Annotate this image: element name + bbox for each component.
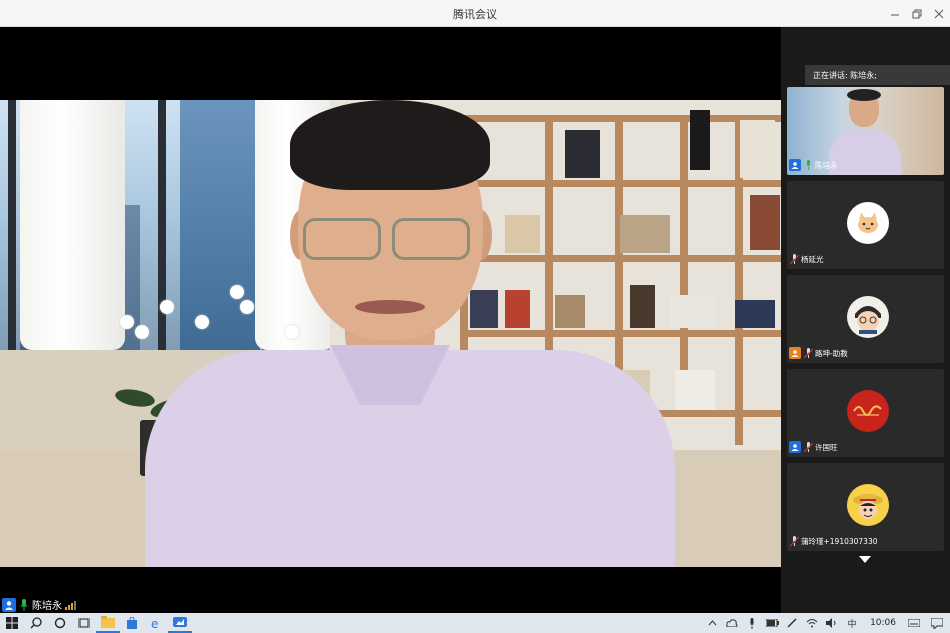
edge-icon: e (151, 617, 158, 629)
system-tray: 中 10:06 (702, 613, 950, 633)
glasses-left (303, 218, 381, 260)
battery-icon[interactable] (762, 613, 782, 633)
task-view-icon (78, 618, 90, 628)
user-icon (2, 597, 16, 612)
mic-active-icon (19, 598, 29, 612)
participant-tile[interactable]: 蒲玲瑾+1910307330 (787, 463, 944, 551)
meeting-app-icon (173, 617, 187, 627)
cat-avatar (847, 202, 889, 244)
start-button[interactable] (0, 613, 24, 633)
folder-icon (101, 616, 115, 628)
main-video-feed (0, 100, 781, 567)
taskbar-app-store[interactable] (120, 613, 144, 633)
search-button[interactable] (24, 613, 48, 633)
red-calligraphy-avatar (847, 390, 889, 432)
participant-name: 蒲玲瑾+1910307330 (801, 536, 878, 546)
task-view-button[interactable] (72, 613, 96, 633)
participant-panel: 正在讲话: 陈培永; 陈培永 杨延光 路坤-助教 许国旺 蒲玲瑾+1910307… (781, 27, 950, 613)
keyboard-icon[interactable] (904, 613, 924, 633)
participant-name: 陈培永 (815, 160, 838, 170)
volume-icon[interactable] (822, 613, 842, 633)
minimize-icon (891, 14, 899, 15)
user-icon (789, 441, 801, 453)
close-icon (934, 9, 944, 18)
person-mouth (355, 300, 425, 314)
user-icon (789, 347, 801, 359)
speaking-label: 正在讲话: 陈培永; (813, 70, 877, 80)
mic-muted-icon (789, 253, 799, 265)
person-hair (290, 100, 490, 190)
store-icon (127, 617, 137, 629)
window-controls (884, 0, 950, 27)
wifi-icon[interactable] (802, 613, 822, 633)
mic-active-icon (803, 159, 813, 171)
cortana-button[interactable] (48, 613, 72, 633)
taskbar: e 中 10:06 (0, 613, 950, 633)
straw-hat-avatar (847, 484, 889, 526)
cloud-icon[interactable] (722, 613, 742, 633)
minimize-button[interactable] (884, 0, 906, 27)
clock[interactable]: 10:06 (862, 618, 904, 628)
participant-name: 路坤-助教 (815, 348, 848, 358)
active-speaker-label: 陈培永 (0, 596, 76, 613)
taskbar-app-edge[interactable]: e (144, 613, 168, 633)
microphone-icon[interactable] (742, 613, 762, 633)
search-icon (30, 617, 42, 629)
participant-tile[interactable]: 许国旺 (787, 369, 944, 457)
mic-muted-icon (789, 535, 799, 547)
notification-center-icon[interactable] (924, 613, 950, 633)
participant-tile[interactable]: 路坤-助教 (787, 275, 944, 363)
pen-icon[interactable] (782, 613, 802, 633)
speaker-name: 陈培永 (32, 601, 62, 612)
participant-name: 许国旺 (815, 442, 838, 452)
taskbar-app-meeting[interactable] (168, 613, 192, 633)
restore-icon (912, 9, 922, 18)
glasses-right (392, 218, 470, 260)
speaking-indicator: 正在讲话: 陈培永; (805, 65, 950, 85)
cortana-icon (54, 617, 66, 629)
window-title: 腾讯会议 (453, 8, 497, 21)
mic-muted-icon (803, 441, 813, 453)
close-button[interactable] (928, 0, 950, 27)
title-bar: 腾讯会议 (0, 0, 950, 27)
user-icon (789, 159, 801, 171)
scroll-down-arrow-icon[interactable] (859, 556, 871, 563)
restore-button[interactable] (906, 0, 928, 27)
anime-boy-avatar (847, 296, 889, 338)
participant-tile[interactable]: 陈培永 (787, 87, 944, 175)
tray-overflow-chevron-icon[interactable] (702, 613, 722, 633)
participant-tile[interactable]: 杨延光 (787, 181, 944, 269)
taskbar-app-file-explorer[interactable] (96, 613, 120, 633)
ime-indicator[interactable]: 中 (842, 613, 862, 633)
main-video-area[interactable] (0, 27, 781, 613)
network-signal-icon (65, 600, 76, 610)
svg-text:e: e (151, 617, 158, 629)
windows-logo-icon (6, 617, 18, 629)
participant-name: 杨延光 (801, 254, 824, 264)
mic-muted-icon (803, 347, 813, 359)
